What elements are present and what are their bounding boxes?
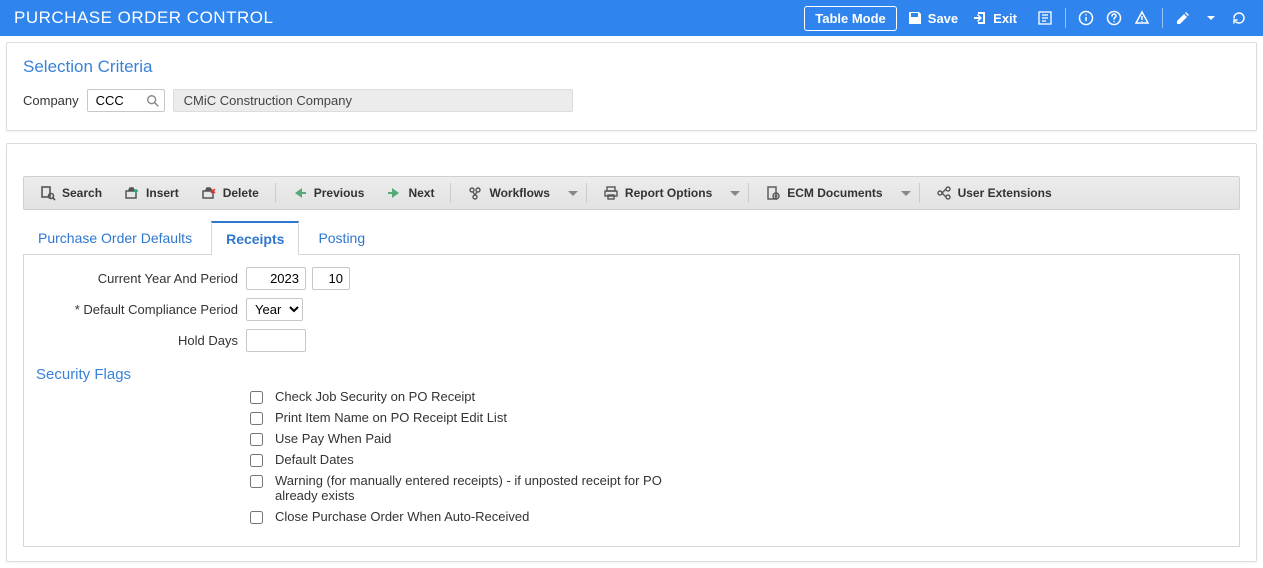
flag-print-item-name: Print Item Name on PO Receipt Edit List bbox=[250, 410, 1227, 425]
report-options-button[interactable]: Report Options bbox=[595, 181, 720, 205]
print-icon bbox=[603, 185, 619, 201]
detail-panel: Search Insert Delete Previous Next bbox=[6, 143, 1257, 562]
info-icon bbox=[1078, 10, 1094, 26]
lookup-icon[interactable] bbox=[146, 94, 160, 108]
next-button[interactable]: Next bbox=[378, 181, 442, 205]
insert-icon bbox=[124, 185, 140, 201]
save-button[interactable]: Save bbox=[907, 10, 958, 26]
user-extensions-button[interactable]: User Extensions bbox=[928, 181, 1060, 205]
company-lookup[interactable] bbox=[87, 89, 165, 112]
security-flags-title: Security Flags bbox=[36, 366, 1227, 383]
selection-criteria-title: Selection Criteria bbox=[23, 57, 1240, 77]
ecm-documents-button[interactable]: ECM Documents bbox=[757, 181, 890, 205]
report-options-dropdown[interactable] bbox=[730, 191, 740, 196]
search-icon bbox=[40, 185, 56, 201]
app-header: PURCHASE ORDER CONTROL Table Mode Save E… bbox=[0, 0, 1263, 36]
delete-button[interactable]: Delete bbox=[193, 181, 267, 205]
exit-button[interactable]: Exit bbox=[972, 10, 1017, 26]
arrow-right-icon bbox=[386, 185, 402, 201]
notes-icon bbox=[1037, 10, 1053, 26]
tab-po-defaults[interactable]: Purchase Order Defaults bbox=[23, 221, 207, 254]
flag-label: Warning (for manually entered receipts) … bbox=[275, 473, 695, 503]
refresh-icon bbox=[1231, 10, 1247, 26]
alert-icon bbox=[1134, 10, 1150, 26]
help-icon bbox=[1106, 10, 1122, 26]
tab-strip: Purchase Order Defaults Receipts Posting bbox=[23, 220, 1240, 255]
flag-default-dates: Default Dates bbox=[250, 452, 1227, 467]
alert-button[interactable] bbox=[1134, 10, 1150, 26]
tab-receipts[interactable]: Receipts bbox=[211, 221, 299, 255]
company-code-input[interactable] bbox=[96, 93, 146, 108]
current-period-input[interactable] bbox=[312, 267, 350, 290]
tab-content-receipts: Current Year And Period * Default Compli… bbox=[23, 255, 1240, 547]
header-dropdown[interactable] bbox=[1203, 10, 1219, 26]
user-extensions-icon bbox=[936, 185, 952, 201]
document-icon bbox=[765, 185, 781, 201]
flag-check-job-security-checkbox[interactable] bbox=[250, 391, 263, 404]
default-compliance-period-label: * Default Compliance Period bbox=[36, 302, 246, 317]
refresh-button[interactable] bbox=[1231, 10, 1247, 26]
tab-posting[interactable]: Posting bbox=[303, 221, 380, 254]
company-label: Company bbox=[23, 93, 79, 108]
flag-check-job-security: Check Job Security on PO Receipt bbox=[250, 389, 1227, 404]
workflows-dropdown[interactable] bbox=[568, 191, 578, 196]
notes-button[interactable] bbox=[1037, 10, 1053, 26]
edit-icon bbox=[1175, 10, 1191, 26]
flag-close-po-auto-received: Close Purchase Order When Auto-Received bbox=[250, 509, 1227, 524]
flag-use-pay-when-paid: Use Pay When Paid bbox=[250, 431, 1227, 446]
save-icon bbox=[907, 10, 923, 26]
flag-label: Close Purchase Order When Auto-Received bbox=[275, 509, 529, 524]
help-button[interactable] bbox=[1106, 10, 1122, 26]
page-title: PURCHASE ORDER CONTROL bbox=[14, 8, 273, 28]
header-divider bbox=[1162, 8, 1163, 28]
edit-button[interactable] bbox=[1175, 10, 1191, 26]
flag-warning-unposted-receipt-checkbox[interactable] bbox=[250, 475, 263, 488]
exit-icon bbox=[972, 10, 988, 26]
flag-use-pay-when-paid-checkbox[interactable] bbox=[250, 433, 263, 446]
company-name-display: CMiC Construction Company bbox=[173, 89, 573, 112]
caret-down-icon bbox=[1203, 10, 1219, 26]
header-divider bbox=[1065, 8, 1066, 28]
flag-warning-unposted-receipt: Warning (for manually entered receipts) … bbox=[250, 473, 1227, 503]
ecm-documents-dropdown[interactable] bbox=[901, 191, 911, 196]
search-button[interactable]: Search bbox=[32, 181, 110, 205]
table-mode-button[interactable]: Table Mode bbox=[804, 6, 897, 31]
flag-default-dates-checkbox[interactable] bbox=[250, 454, 263, 467]
workflows-button[interactable]: Workflows bbox=[459, 181, 557, 205]
hold-days-input[interactable] bbox=[246, 329, 306, 352]
current-year-input[interactable] bbox=[246, 267, 306, 290]
insert-button[interactable]: Insert bbox=[116, 181, 187, 205]
flag-label: Print Item Name on PO Receipt Edit List bbox=[275, 410, 507, 425]
hold-days-label: Hold Days bbox=[36, 333, 246, 348]
security-flags-list: Check Job Security on PO Receipt Print I… bbox=[36, 389, 1227, 524]
default-compliance-period-select[interactable]: Year bbox=[246, 298, 303, 321]
previous-button[interactable]: Previous bbox=[284, 181, 373, 205]
flag-label: Check Job Security on PO Receipt bbox=[275, 389, 475, 404]
flag-close-po-auto-received-checkbox[interactable] bbox=[250, 511, 263, 524]
info-button[interactable] bbox=[1078, 10, 1094, 26]
flag-label: Default Dates bbox=[275, 452, 354, 467]
delete-icon bbox=[201, 185, 217, 201]
selection-criteria-panel: Selection Criteria Company CMiC Construc… bbox=[6, 42, 1257, 131]
workflow-icon bbox=[467, 185, 483, 201]
record-toolbar: Search Insert Delete Previous Next bbox=[23, 176, 1240, 210]
flag-label: Use Pay When Paid bbox=[275, 431, 391, 446]
flag-print-item-name-checkbox[interactable] bbox=[250, 412, 263, 425]
current-year-period-label: Current Year And Period bbox=[36, 271, 246, 286]
arrow-left-icon bbox=[292, 185, 308, 201]
